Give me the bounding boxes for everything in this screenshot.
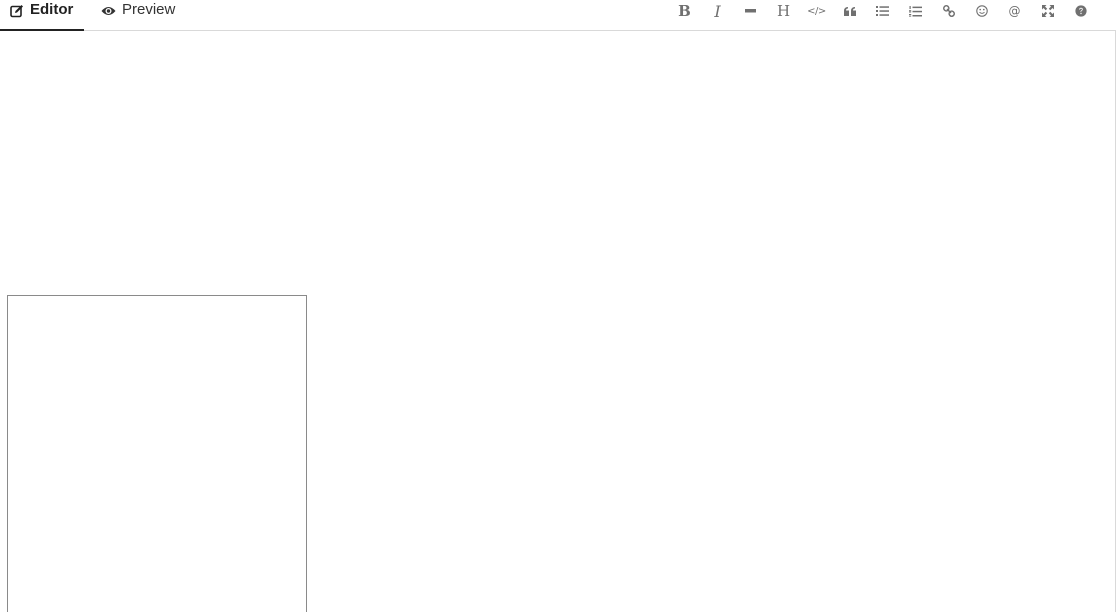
horizontal-rule-button[interactable] [734,1,767,21]
eye-icon [101,3,116,18]
ordered-list-button[interactable] [899,1,932,21]
quote-button[interactable] [833,1,866,21]
code-button[interactable]: </> [800,1,833,21]
italic-icon: I [714,1,721,21]
link-icon [942,5,955,17]
bold-icon: B [678,2,691,20]
heading-button[interactable]: H [767,1,800,21]
tab-preview-label: Preview [122,1,176,18]
unordered-list-icon [876,6,889,16]
markdown-editor: Editor Preview B I H </> @ [0,0,1117,612]
mention-icon: @ [1008,4,1021,18]
mention-button[interactable]: @ [998,1,1031,21]
formatting-toolbar: B I H </> @ [668,0,1097,22]
editor-right-border [1115,30,1116,612]
fullscreen-button[interactable] [1031,1,1064,21]
fullscreen-icon [1041,5,1054,17]
tab-editor-label: Editor [30,1,74,18]
emoji-button[interactable] [965,1,998,21]
empty-popup-panel [7,295,307,612]
editor-header: Editor Preview B I H </> @ [0,0,1115,31]
horizontal-rule-icon [745,9,756,13]
code-icon: </> [807,5,826,17]
tab-editor[interactable]: Editor [0,0,84,31]
help-button[interactable] [1064,1,1097,21]
ordered-list-icon [909,5,922,17]
tab-preview[interactable]: Preview [101,0,191,30]
help-icon [1074,5,1087,17]
edit-icon [9,3,24,18]
italic-button[interactable]: I [701,1,734,21]
quote-icon [843,6,856,16]
unordered-list-button[interactable] [866,1,899,21]
heading-icon: H [776,2,791,20]
smiley-icon [975,5,988,17]
bold-button[interactable]: B [668,1,701,21]
link-button[interactable] [932,1,965,21]
